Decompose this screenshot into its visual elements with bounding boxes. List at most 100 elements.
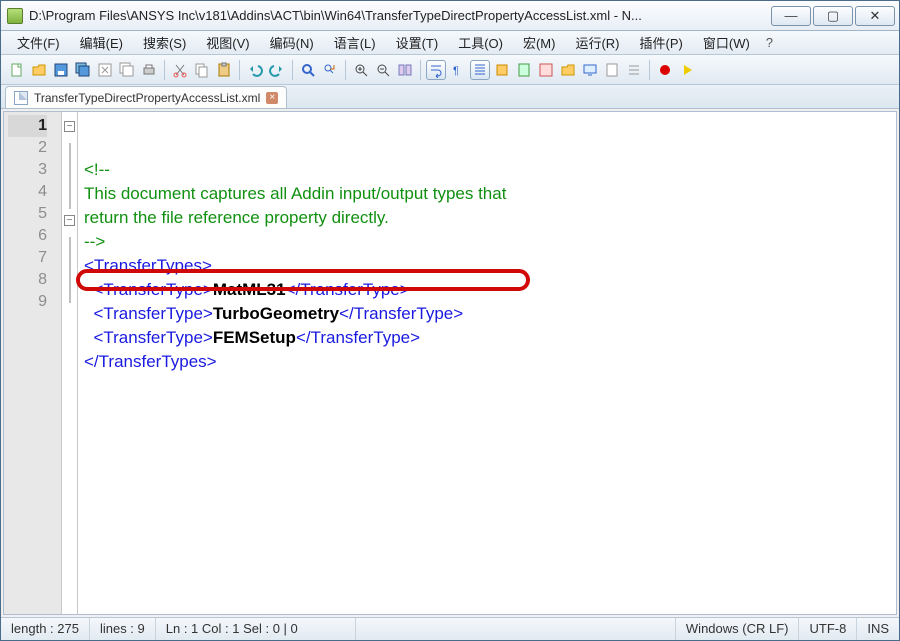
- cut-button[interactable]: [170, 60, 190, 80]
- tab-label: TransferTypeDirectPropertyAccessList.xml: [34, 91, 260, 105]
- menubar: 文件(F) 编辑(E) 搜索(S) 视图(V) 编码(N) 语言(L) 设置(T…: [1, 31, 899, 55]
- copy-button[interactable]: [192, 60, 212, 80]
- menu-language[interactable]: 语言(L): [324, 31, 386, 54]
- indent-guide-button[interactable]: [470, 60, 490, 80]
- menu-window[interactable]: 窗口(W): [693, 31, 760, 54]
- menu-search[interactable]: 搜索(S): [133, 31, 196, 54]
- save-button[interactable]: [51, 60, 71, 80]
- xml-tag: </TransferType>: [296, 328, 420, 347]
- toolbar-separator: [164, 60, 165, 80]
- svg-text:¶: ¶: [453, 65, 459, 77]
- print-button[interactable]: [139, 60, 159, 80]
- file-tab[interactable]: TransferTypeDirectPropertyAccessList.xml…: [5, 86, 287, 108]
- doc-list-button[interactable]: [624, 60, 644, 80]
- play-macro-button[interactable]: [677, 60, 697, 80]
- toolbar: ¶: [1, 55, 899, 85]
- line-number: 1: [8, 115, 47, 137]
- editor: 1 2 3 4 5 6 7 8 9 − − <!-- This docum: [3, 111, 897, 615]
- toolbar-separator: [420, 60, 421, 80]
- line-number: 6: [8, 225, 47, 247]
- close-window-button[interactable]: ✕: [855, 6, 895, 26]
- func-list-button[interactable]: [536, 60, 556, 80]
- menu-file[interactable]: 文件(F): [7, 31, 70, 54]
- line-number: 4: [8, 181, 47, 203]
- code-comment: -->: [84, 232, 105, 251]
- tab-bar: TransferTypeDirectPropertyAccessList.xml…: [1, 85, 899, 109]
- zoom-in-button[interactable]: [351, 60, 371, 80]
- undo-button[interactable]: [245, 60, 265, 80]
- paste-button[interactable]: [214, 60, 234, 80]
- menu-edit[interactable]: 编辑(E): [70, 31, 133, 54]
- code-area[interactable]: <!-- This document captures all Addin in…: [78, 112, 896, 614]
- menu-encoding[interactable]: 编码(N): [260, 31, 324, 54]
- line-number: 3: [8, 159, 47, 181]
- xml-text: TurboGeometry: [213, 304, 339, 323]
- replace-button[interactable]: [320, 60, 340, 80]
- xml-tag: <TransferType>: [93, 304, 212, 323]
- window-controls: — ▢ ✕: [769, 6, 895, 26]
- monitor-button[interactable]: [580, 60, 600, 80]
- xml-tag: <TransferTypes>: [84, 256, 212, 275]
- save-all-button[interactable]: [73, 60, 93, 80]
- sync-view-button[interactable]: [395, 60, 415, 80]
- status-position: Ln : 1 Col : 1 Sel : 0 | 0: [156, 618, 356, 640]
- line-number: 9: [8, 291, 47, 313]
- tab-close-button[interactable]: ×: [266, 92, 278, 104]
- doc-switch-button[interactable]: [602, 60, 622, 80]
- menu-view[interactable]: 视图(V): [196, 31, 259, 54]
- menu-plugins[interactable]: 插件(P): [630, 31, 693, 54]
- line-number: 2: [8, 137, 47, 159]
- folder-view-button[interactable]: [558, 60, 578, 80]
- open-file-button[interactable]: [29, 60, 49, 80]
- status-eol[interactable]: Windows (CR LF): [676, 618, 800, 640]
- xml-tag: <TransferType>: [93, 328, 212, 347]
- xml-tag: </TransferType>: [286, 280, 410, 299]
- xml-tag: </TransferTypes>: [84, 352, 217, 371]
- close-button[interactable]: [95, 60, 115, 80]
- line-number: 5: [8, 203, 47, 225]
- status-encoding[interactable]: UTF-8: [799, 618, 857, 640]
- titlebar: D:\Program Files\ANSYS Inc\v181\Addins\A…: [1, 1, 899, 31]
- menu-run[interactable]: 运行(R): [565, 31, 629, 54]
- editor-scroll[interactable]: 1 2 3 4 5 6 7 8 9 − − <!-- This docum: [4, 112, 896, 614]
- minimize-button[interactable]: —: [771, 6, 811, 26]
- menu-settings[interactable]: 设置(T): [386, 31, 449, 54]
- menu-tools[interactable]: 工具(O): [448, 31, 513, 54]
- current-line-highlight: [78, 115, 896, 137]
- xml-tag: </TransferType>: [339, 304, 463, 323]
- maximize-button[interactable]: ▢: [813, 6, 853, 26]
- maximize-icon: ▢: [827, 8, 839, 24]
- menu-more[interactable]: ?: [760, 33, 779, 52]
- doc-map-button[interactable]: [514, 60, 534, 80]
- fold-line: [69, 165, 71, 187]
- fold-toggle[interactable]: −: [64, 121, 75, 132]
- line-number: 8: [8, 269, 47, 291]
- new-file-button[interactable]: [7, 60, 27, 80]
- menu-macro[interactable]: 宏(M): [513, 31, 566, 54]
- close-icon: ✕: [870, 8, 881, 24]
- zoom-out-button[interactable]: [373, 60, 393, 80]
- redo-button[interactable]: [267, 60, 287, 80]
- show-symbol-button[interactable]: ¶: [448, 60, 468, 80]
- word-wrap-button[interactable]: [426, 60, 446, 80]
- xml-text: MatML31: [213, 280, 286, 299]
- code-comment: <!--: [84, 160, 110, 179]
- fold-line: [69, 187, 71, 209]
- status-spacer: [356, 618, 676, 640]
- minimize-icon: —: [785, 8, 798, 23]
- user-lang-button[interactable]: [492, 60, 512, 80]
- code-comment: This document captures all Addin input/o…: [84, 184, 506, 203]
- status-length: length : 275: [1, 618, 90, 640]
- fold-toggle[interactable]: −: [64, 215, 75, 226]
- toolbar-separator: [239, 60, 240, 80]
- fold-line: [69, 143, 71, 165]
- record-macro-button[interactable]: [655, 60, 675, 80]
- fold-line: [69, 259, 71, 281]
- status-insert-mode[interactable]: INS: [857, 618, 899, 640]
- window-title: D:\Program Files\ANSYS Inc\v181\Addins\A…: [29, 8, 769, 23]
- close-all-button[interactable]: [117, 60, 137, 80]
- app-icon: [7, 8, 23, 24]
- toolbar-separator: [345, 60, 346, 80]
- find-button[interactable]: [298, 60, 318, 80]
- file-icon: [14, 91, 28, 105]
